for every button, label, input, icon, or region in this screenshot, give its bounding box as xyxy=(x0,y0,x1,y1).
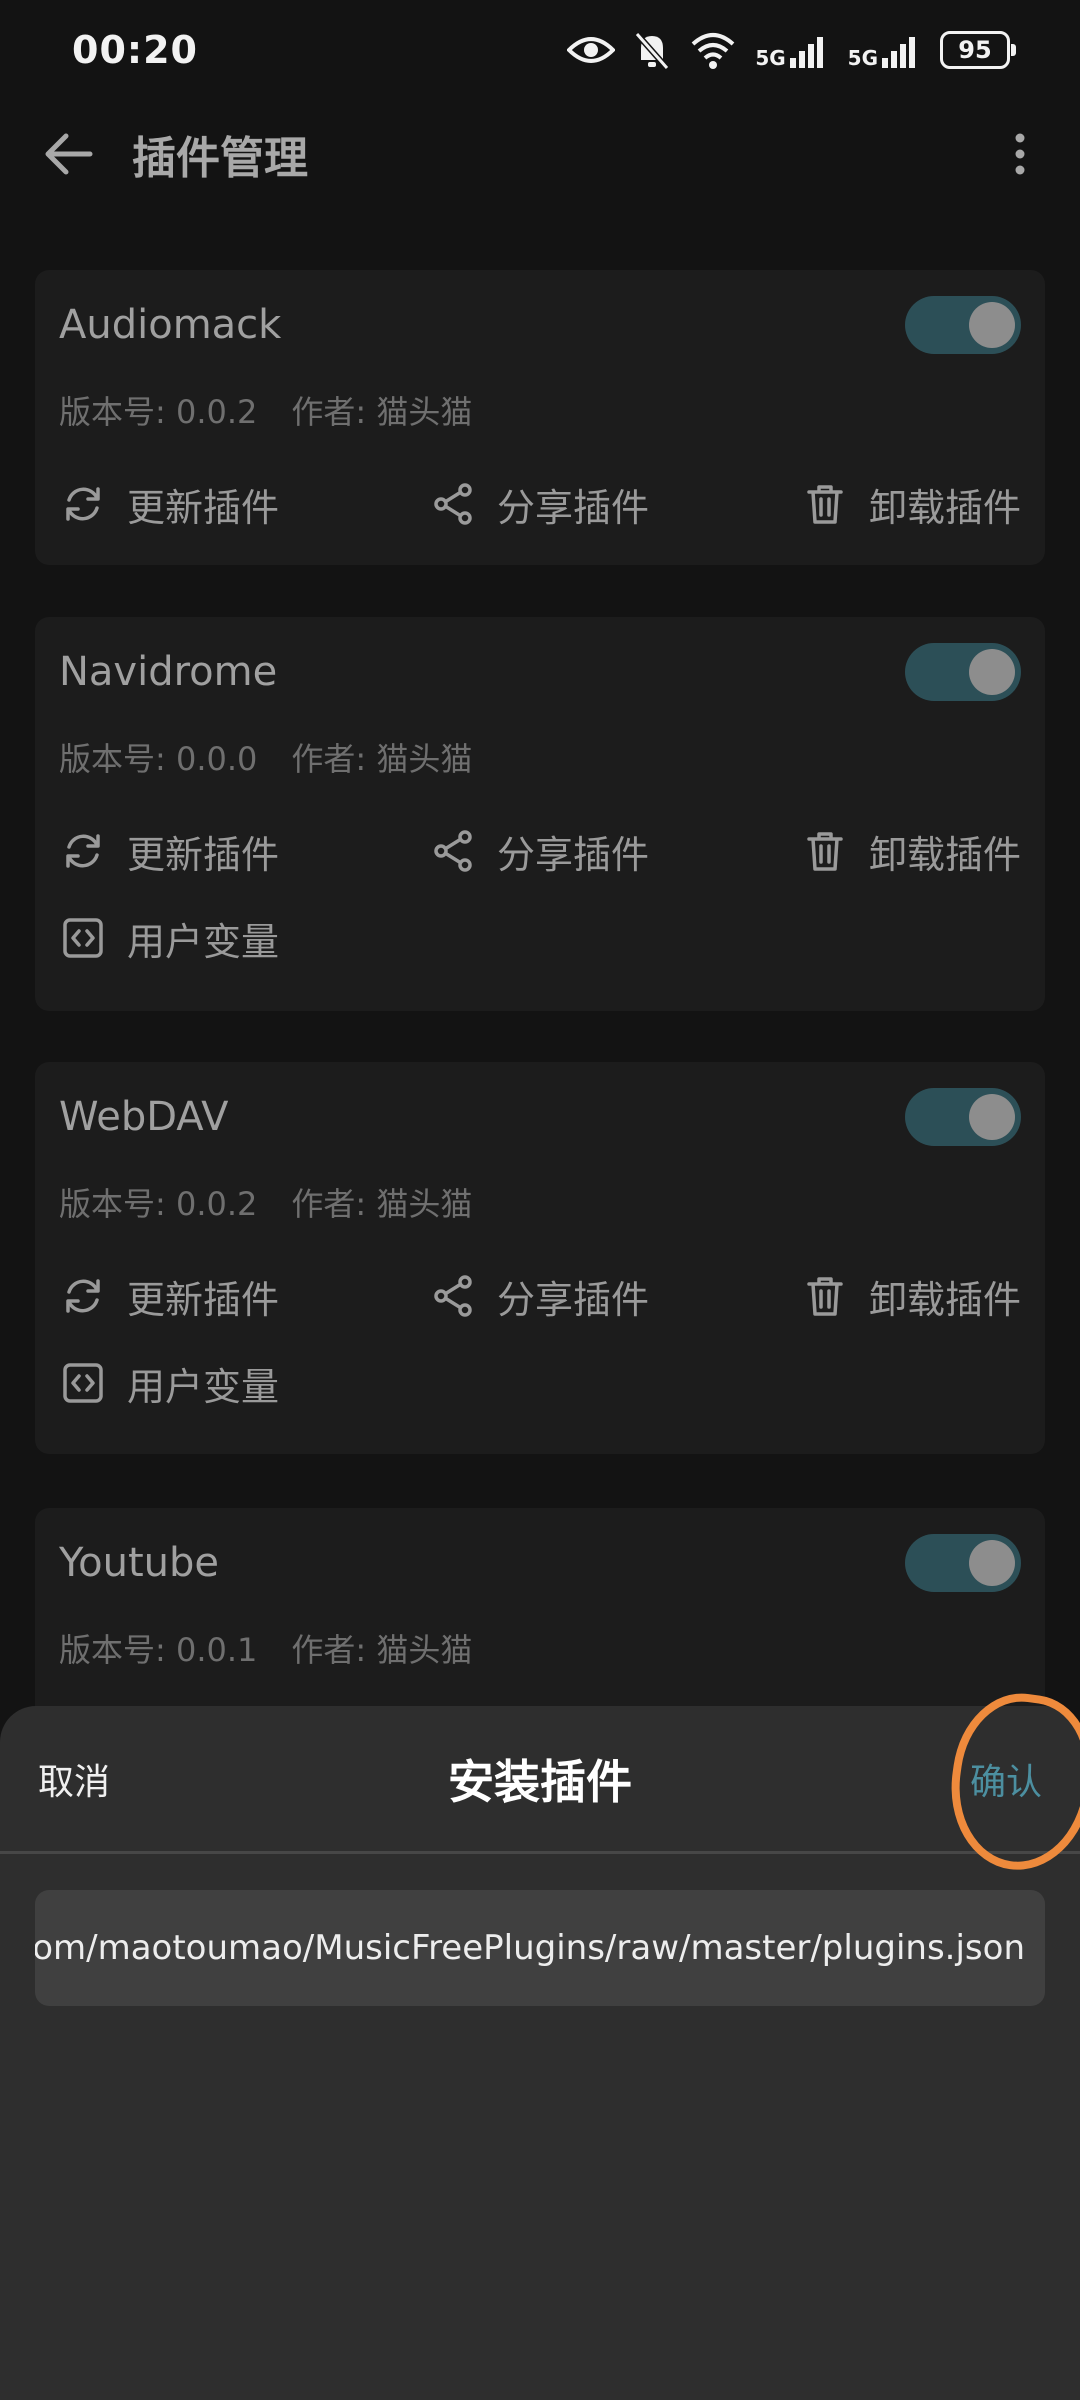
uninstall-plugin-button[interactable]: 卸载插件 xyxy=(799,477,1021,532)
battery-indicator: 95 xyxy=(940,31,1016,69)
plugin-name: Navidrome xyxy=(59,649,278,695)
plugin-card-webdav: WebDAV 版本号: 0.0.2 作者: 猫头猫 更新插件 分享插件 卸载插件… xyxy=(35,1062,1045,1454)
plugin-card-audiomack: Audiomack 版本号: 0.0.2 作者: 猫头猫 更新插件 分享插件 卸… xyxy=(35,270,1045,565)
user-variables-label: 用户变量 xyxy=(127,919,280,964)
toggle-knob xyxy=(969,1540,1015,1586)
uninstall-plugin-button[interactable]: 卸载插件 xyxy=(799,824,1021,879)
plugin-enable-toggle[interactable] xyxy=(905,1534,1021,1592)
toggle-knob xyxy=(969,1094,1015,1140)
sheet-title: 安装插件 xyxy=(448,1754,632,1809)
share-icon xyxy=(434,830,472,872)
uninstall-plugin-label: 卸载插件 xyxy=(868,485,1021,530)
share-icon xyxy=(434,1275,472,1317)
toggle-knob xyxy=(969,649,1015,695)
update-plugin-button[interactable]: 更新插件 xyxy=(59,1269,429,1324)
plugin-author: 作者: 猫头猫 xyxy=(291,740,473,778)
share-icon xyxy=(434,483,472,525)
share-plugin-button[interactable]: 分享插件 xyxy=(429,477,799,532)
plugin-name: Audiomack xyxy=(59,302,282,348)
user-variables-button[interactable]: 用户变量 xyxy=(59,1356,279,1411)
plugin-name: Youtube xyxy=(59,1540,219,1586)
uninstall-plugin-label: 卸载插件 xyxy=(868,832,1021,877)
plugin-enable-toggle[interactable] xyxy=(905,296,1021,354)
refresh-icon xyxy=(66,834,100,868)
toggle-knob xyxy=(969,302,1015,348)
page-title: 插件管理 xyxy=(132,133,308,184)
status-time: 00:20 xyxy=(72,28,198,72)
network-type-2: 5G xyxy=(847,46,878,70)
trash-icon xyxy=(807,1277,843,1316)
plugin-author: 作者: 猫头猫 xyxy=(291,393,473,431)
wifi-icon xyxy=(691,33,735,69)
uninstall-plugin-button[interactable]: 卸载插件 xyxy=(799,1269,1021,1324)
eye-icon xyxy=(567,37,616,63)
battery-level: 95 xyxy=(958,36,992,64)
share-plugin-button[interactable]: 分享插件 xyxy=(429,824,799,879)
refresh-icon xyxy=(66,1279,100,1313)
update-plugin-label: 更新插件 xyxy=(127,832,280,877)
update-plugin-label: 更新插件 xyxy=(127,485,280,530)
share-plugin-label: 分享插件 xyxy=(497,832,650,877)
app-bar: 插件管理 xyxy=(0,100,1080,208)
refresh-icon xyxy=(66,487,100,521)
plugin-author: 作者: 猫头猫 xyxy=(291,1185,473,1223)
uninstall-plugin-label: 卸载插件 xyxy=(868,1277,1021,1322)
status-bar: 00:20 5G 5G 95 xyxy=(0,0,1080,100)
user-variables-button[interactable]: 用户变量 xyxy=(59,911,279,966)
plugin-card-navidrome: Navidrome 版本号: 0.0.0 作者: 猫头猫 更新插件 分享插件 卸… xyxy=(35,617,1045,1011)
network-type-1: 5G xyxy=(755,46,786,70)
cancel-button[interactable]: 取消 xyxy=(38,1753,110,1805)
plugin-url-input[interactable]: '/gitee.com/maotoumao/MusicFreePlugins/r… xyxy=(35,1890,1045,2006)
status-icons: 5G 5G 95 xyxy=(567,30,1016,70)
bell-muted-icon xyxy=(635,32,670,70)
share-plugin-label: 分享插件 xyxy=(497,1277,650,1322)
user-variables-label: 用户变量 xyxy=(127,1364,280,1409)
plugin-version: 版本号: 0.0.2 xyxy=(59,393,258,431)
trash-icon xyxy=(807,485,843,524)
update-plugin-button[interactable]: 更新插件 xyxy=(59,824,429,879)
plugin-url-value: '/gitee.com/maotoumao/MusicFreePlugins/r… xyxy=(35,1928,1025,1968)
code-brackets-icon xyxy=(63,1363,103,1403)
confirm-button[interactable]: 确认 xyxy=(970,1753,1042,1805)
share-plugin-button[interactable]: 分享插件 xyxy=(429,1269,799,1324)
sheet-header: 取消 安装插件 确认 xyxy=(0,1685,1080,1879)
plugin-enable-toggle[interactable] xyxy=(905,643,1021,701)
plugin-version: 版本号: 0.0.0 xyxy=(59,740,258,778)
plugin-version: 版本号: 0.0.2 xyxy=(59,1185,258,1223)
plugin-version: 版本号: 0.0.1 xyxy=(59,1631,258,1669)
plugin-author: 作者: 猫头猫 xyxy=(291,1631,473,1669)
plugin-enable-toggle[interactable] xyxy=(905,1088,1021,1146)
update-plugin-label: 更新插件 xyxy=(127,1277,280,1322)
back-arrow-icon[interactable] xyxy=(40,124,100,184)
share-plugin-label: 分享插件 xyxy=(497,485,650,530)
trash-icon xyxy=(807,832,843,871)
update-plugin-button[interactable]: 更新插件 xyxy=(59,477,429,532)
code-brackets-icon xyxy=(63,918,103,958)
install-plugin-sheet: 取消 安装插件 确认 '/gitee.com/maotoumao/MusicFr… xyxy=(0,1685,1080,2400)
plugin-name: WebDAV xyxy=(59,1094,229,1140)
more-options-icon[interactable] xyxy=(1000,124,1040,184)
signal-icon xyxy=(882,37,915,68)
signal-icon xyxy=(789,37,823,68)
